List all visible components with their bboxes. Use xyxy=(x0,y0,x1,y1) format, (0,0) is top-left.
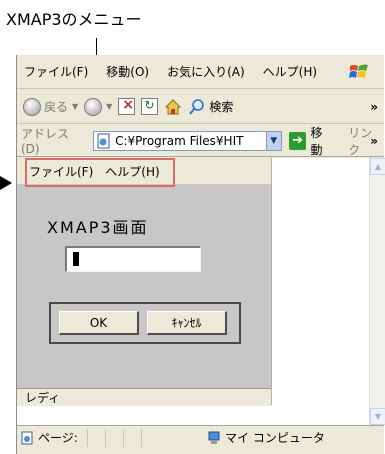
pointer-arrow-icon xyxy=(0,176,12,190)
address-bar: アドレス(D) C:¥Program Files¥HIT ▼ ➔ 移動 リンク … xyxy=(17,125,384,157)
forward-dropdown-icon[interactable]: ▼ xyxy=(106,102,112,111)
browser-window: ファイル(F) 移動(O) お気に入り(A) ヘルプ(H) 戻る ▼ ▼ × ↻… xyxy=(16,55,385,454)
status-zone-label: マイ コンピュータ xyxy=(225,431,325,445)
status-divider xyxy=(87,428,105,447)
status-divider xyxy=(105,428,123,447)
ok-button[interactable]: OK xyxy=(59,311,139,335)
forward-button[interactable]: ▼ xyxy=(84,97,112,116)
search-icon xyxy=(189,98,205,115)
browser-toolbar: 戻る ▼ ▼ 検索 » xyxy=(17,90,384,124)
status-zone: マイ コンピュータ xyxy=(207,429,325,446)
home-icon[interactable] xyxy=(164,98,182,116)
search-label: 検索 xyxy=(209,100,234,114)
status-page: ページ: xyxy=(17,429,87,446)
callout-label: XMAP3のメニュー xyxy=(6,10,142,29)
page-icon xyxy=(97,133,110,148)
menu-favorites[interactable]: お気に入り(A) xyxy=(158,63,254,80)
browser-menubar: ファイル(F) 移動(O) お気に入り(A) ヘルプ(H) xyxy=(17,55,384,89)
toolbar-icons-3 xyxy=(164,98,182,116)
forward-arrow-icon xyxy=(84,97,103,116)
menu-highlight-box xyxy=(25,158,175,187)
stop-icon[interactable] xyxy=(118,97,136,115)
xmap3-window: ファイル(F) ヘルプ(H) XMAP3画面 OK ｷｬﾝｾﾙ レディ xyxy=(17,158,272,406)
back-arrow-icon xyxy=(23,97,41,116)
back-button[interactable]: 戻る ▼ xyxy=(23,97,78,116)
scroll-up-icon[interactable]: ▲ xyxy=(370,158,385,175)
windows-logo-icon xyxy=(349,64,368,78)
go-label[interactable]: 移動 xyxy=(310,124,334,158)
menu-go[interactable]: 移動(O) xyxy=(97,63,158,80)
status-page-label: ページ: xyxy=(38,431,78,445)
my-computer-icon xyxy=(208,431,220,444)
address-label: アドレス(D) xyxy=(21,127,70,156)
xmap3-input[interactable] xyxy=(65,246,201,272)
back-dropdown-icon[interactable]: ▼ xyxy=(72,102,78,111)
address-value: C:¥Program Files¥HIT xyxy=(115,133,244,148)
text-cursor xyxy=(73,252,79,266)
page-status-icon xyxy=(21,431,33,444)
scroll-down-icon[interactable]: ▼ xyxy=(370,408,385,425)
links-label[interactable]: リンク xyxy=(348,124,384,158)
toolbar-more-icon[interactable]: » xyxy=(370,100,378,114)
vertical-scrollbar[interactable]: ▲ ▼ xyxy=(369,158,385,425)
menu-help[interactable]: ヘルプ(H) xyxy=(254,63,326,80)
toolbar-icons xyxy=(118,97,136,115)
xmap3-title: XMAP3画面 xyxy=(47,218,149,237)
status-divider xyxy=(123,428,141,447)
go-arrow-icon[interactable]: ➔ xyxy=(288,131,307,150)
status-divider xyxy=(141,428,159,447)
page-viewport: ファイル(F) ヘルプ(H) XMAP3画面 OK ｷｬﾝｾﾙ レディ xyxy=(17,158,369,425)
address-dropdown-icon[interactable]: ▼ xyxy=(265,130,282,151)
links-more-icon[interactable]: » xyxy=(370,134,378,148)
menu-file[interactable]: ファイル(F) xyxy=(17,63,97,80)
xmap3-status: レディ xyxy=(17,388,271,406)
toolbar-icons-2 xyxy=(141,98,159,115)
browser-statusbar: ページ: マイ コンピュータ xyxy=(17,425,384,449)
address-input[interactable]: C:¥Program Files¥HIT xyxy=(93,130,267,151)
back-label: 戻る xyxy=(44,100,69,114)
search-button[interactable]: 検索 xyxy=(188,98,233,116)
button-group-frame: OK ｷｬﾝｾﾙ xyxy=(49,302,241,344)
refresh-icon[interactable] xyxy=(141,98,159,115)
cancel-button[interactable]: ｷｬﾝｾﾙ xyxy=(147,311,227,335)
